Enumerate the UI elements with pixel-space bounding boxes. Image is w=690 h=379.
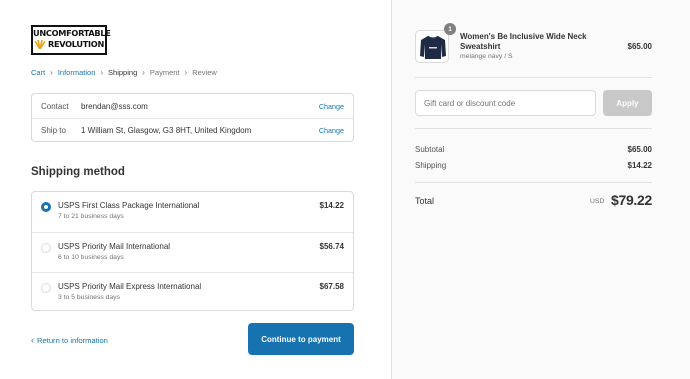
subtotal-row: Subtotal $65.00 <box>415 145 652 154</box>
radio-unselected[interactable] <box>41 243 51 253</box>
product-variant: melange navy / S <box>460 53 513 60</box>
logo-line1: UNCOMFORTABLE <box>33 28 111 38</box>
breadcrumb-information[interactable]: Information <box>58 68 96 77</box>
continue-to-payment-button[interactable]: Continue to payment <box>248 323 354 355</box>
shipping-option-price: $67.58 <box>319 282 344 291</box>
breadcrumb-payment: Payment <box>149 67 180 77</box>
product-thumbnail <box>415 30 449 63</box>
shipping-option-price: $14.22 <box>319 201 344 210</box>
chevron-right-icon: › <box>100 67 104 77</box>
shipping-option-express[interactable]: USPS Priority Mail Express International… <box>32 272 353 312</box>
change-ship-to-link[interactable]: Change <box>319 126 353 135</box>
divider <box>415 77 652 78</box>
sweatshirt-image <box>420 35 446 59</box>
shipping-option-priority[interactable]: USPS Priority Mail International 6 to 10… <box>32 232 353 272</box>
chevron-right-icon: › <box>50 67 53 77</box>
shipping-methods: USPS First Class Package International 7… <box>31 191 354 311</box>
product-name: Women's Be Inclusive Wide Neck Sweatshir… <box>460 32 587 51</box>
ship-to-row: Ship to 1 William St, Glasgow, G3 8HT, U… <box>32 118 353 142</box>
divider <box>415 128 652 129</box>
return-label: Return to information <box>37 335 108 345</box>
logo-line2: REVOLUTION <box>47 39 105 49</box>
shipping-label: Shipping <box>415 161 447 170</box>
apply-discount-button[interactable]: Apply <box>603 90 652 116</box>
currency-code: USD <box>590 198 605 205</box>
radio-unselected[interactable] <box>41 283 51 293</box>
divider <box>415 182 652 183</box>
breadcrumb-review: Review <box>192 67 217 77</box>
return-to-information-link[interactable]: ‹ Return to information <box>31 335 108 345</box>
breadcrumb-shipping: Shipping <box>108 67 138 77</box>
radio-selected[interactable] <box>41 202 51 212</box>
shipping-row: Shipping $14.22 <box>415 161 652 170</box>
brand-logo[interactable]: UNCOMFORTABLE REVOLUTION <box>31 25 111 55</box>
shipping-option-days: 6 to 10 business days <box>58 254 124 261</box>
burst-icon <box>34 40 46 49</box>
discount-code-input[interactable] <box>415 90 596 116</box>
total-label: Total <box>415 196 435 206</box>
shipping-value: $14.22 <box>627 161 652 170</box>
total-value: $79.22 <box>610 192 652 208</box>
shipping-method-title: Shipping method <box>31 166 125 178</box>
shipping-option-days: 3 to 5 business days <box>58 294 120 301</box>
ship-to-label: Ship to <box>41 126 66 135</box>
shipping-option-days: 7 to 21 business days <box>58 213 124 220</box>
change-contact-link[interactable]: Change <box>319 102 353 111</box>
shipping-option-name: USPS Priority Mail Express International <box>58 282 202 291</box>
review-block: Contact brendan@sss.com Change Ship to 1… <box>31 93 354 142</box>
shipping-option-first-class[interactable]: USPS First Class Package International 7… <box>32 192 353 232</box>
breadcrumb: Cart › Information › Shipping › Payment … <box>31 67 217 77</box>
subtotal-label: Subtotal <box>415 145 445 154</box>
shipping-option-price: $56.74 <box>319 242 344 251</box>
shipping-option-name: USPS Priority Mail International <box>58 242 171 251</box>
chevron-left-icon: ‹ <box>31 335 34 345</box>
contact-row: Contact brendan@sss.com Change <box>32 94 353 118</box>
contact-label: Contact <box>41 101 69 111</box>
product-price: $65.00 <box>627 42 652 51</box>
shipping-option-name: USPS First Class Package International <box>58 201 200 210</box>
quantity-badge: 1 <box>444 23 456 35</box>
chevron-right-icon: › <box>142 67 145 77</box>
chevron-right-icon: › <box>184 67 188 77</box>
breadcrumb-cart[interactable]: Cart <box>31 68 45 77</box>
subtotal-value: $65.00 <box>627 145 652 154</box>
ship-to-value: 1 William St, Glasgow, G3 8HT, United Ki… <box>81 126 252 135</box>
contact-value: brendan@sss.com <box>81 101 148 111</box>
